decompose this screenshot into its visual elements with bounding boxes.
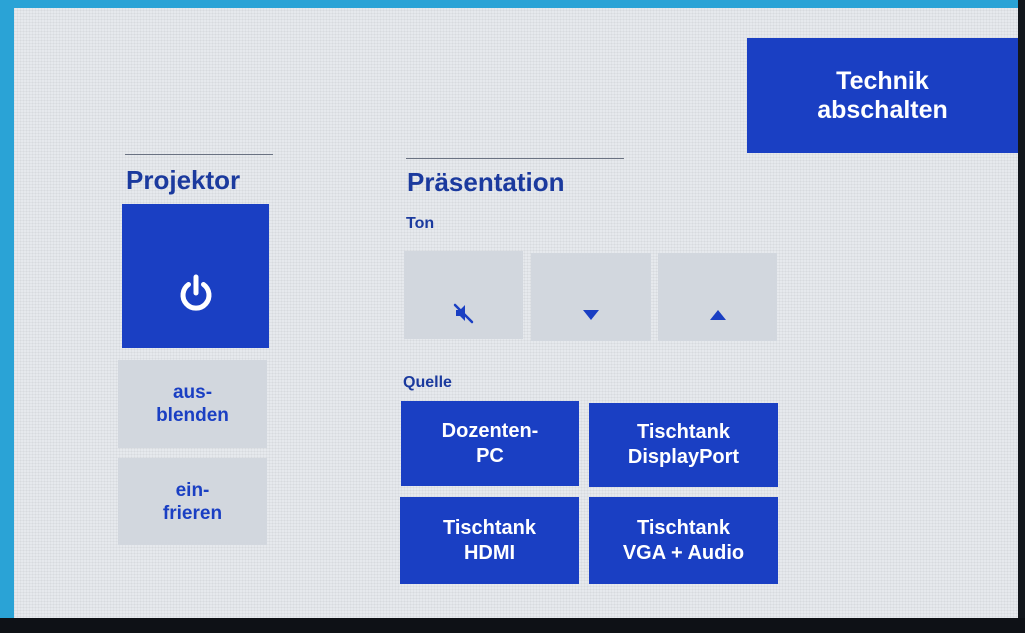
presentation-section-divider [406,158,624,159]
triangle-up-icon [708,290,728,320]
source-button-desk-displayport[interactable]: Tischtank DisplayPort [589,403,778,487]
monitor-bezel-right [1018,0,1025,633]
triangle-down-icon [581,290,601,320]
projector-power-button[interactable] [122,204,269,348]
mute-icon [452,283,476,324]
shutdown-technology-button[interactable]: Technik abschalten [747,38,1018,153]
touch-panel-screen: Technik abschalten Projektor aus- blende… [14,8,1018,620]
power-icon [174,254,218,311]
projector-title: Projektor [126,165,241,195]
source-button-desk-hdmi[interactable]: Tischtank HDMI [400,497,579,584]
volume-down-button[interactable] [531,253,651,341]
source-button-lecturer-pc[interactable]: Dozenten- PC [401,401,579,486]
freeze-button[interactable]: ein- frieren [118,458,267,545]
monitor-bezel-bottom [0,618,1025,633]
projector-section-divider [125,154,273,155]
source-label: Quelle [403,374,452,391]
volume-up-button[interactable] [658,253,777,341]
presentation-title: Präsentation [407,167,565,197]
audio-label: Ton [406,215,435,232]
blank-button[interactable]: aus- blenden [118,360,267,448]
mute-button[interactable] [404,251,523,339]
source-button-desk-vga-audio[interactable]: Tischtank VGA + Audio [589,497,778,584]
